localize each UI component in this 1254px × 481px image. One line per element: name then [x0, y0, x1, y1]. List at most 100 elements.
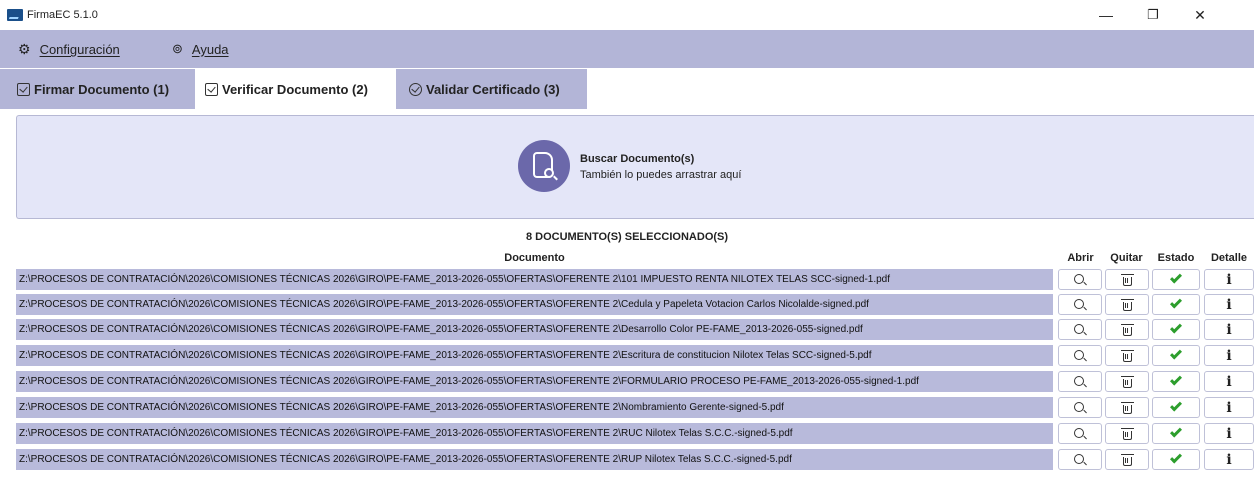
detail-button[interactable]: i — [1204, 319, 1254, 340]
window-title: FirmaEC 5.1.0 — [27, 9, 98, 21]
open-button[interactable] — [1058, 294, 1102, 315]
search-icon — [1074, 273, 1084, 284]
trash-icon — [1120, 401, 1134, 414]
detail-button[interactable]: i — [1204, 294, 1254, 315]
sign-document-icon — [17, 82, 30, 96]
app-logo-icon — [7, 9, 23, 21]
open-button[interactable] — [1058, 423, 1102, 444]
open-button[interactable] — [1058, 345, 1102, 366]
remove-button[interactable] — [1105, 423, 1149, 444]
check-icon — [1169, 425, 1183, 438]
menu-configuracion-label: Configuración — [39, 42, 120, 57]
close-button[interactable]: ✕ — [1180, 3, 1220, 27]
status-button[interactable] — [1152, 449, 1200, 470]
document-path: Z:\PROCESOS DE CONTRATACIÓN\2026\COMISIO… — [16, 449, 1053, 470]
open-button[interactable] — [1058, 449, 1102, 470]
menu-ayuda[interactable]: ⊚ Ayuda — [172, 41, 229, 57]
document-drop-zone[interactable]: Buscar Documento(s) También lo puedes ar… — [16, 115, 1254, 219]
open-button[interactable] — [1058, 319, 1102, 340]
help-icon: ⊚ — [172, 41, 183, 56]
check-icon — [1169, 399, 1183, 412]
tab-verificar-documento[interactable]: Verificar Documento (2) — [195, 69, 396, 109]
column-header-detalle: Detalle — [1210, 252, 1248, 264]
verify-document-icon — [205, 82, 218, 96]
remove-button[interactable] — [1105, 345, 1149, 366]
check-icon — [1169, 296, 1183, 309]
document-path: Z:\PROCESOS DE CONTRATACIÓN\2026\COMISIO… — [16, 397, 1053, 418]
search-icon — [1074, 349, 1084, 360]
title-bar: FirmaEC 5.1.0 — ❐ ✕ — [0, 0, 1254, 30]
table-row: Z:\PROCESOS DE CONTRATACIÓN\2026\COMISIO… — [0, 422, 1254, 445]
drop-zone-subtitle: También lo puedes arrastrar aquí — [580, 169, 742, 181]
remove-button[interactable] — [1105, 269, 1149, 290]
status-button[interactable] — [1152, 371, 1200, 392]
info-icon: i — [1226, 347, 1232, 364]
info-icon: i — [1226, 451, 1232, 468]
document-path: Z:\PROCESOS DE CONTRATACIÓN\2026\COMISIO… — [16, 294, 1053, 315]
column-header-abrir: Abrir — [1067, 252, 1094, 264]
detail-button[interactable]: i — [1204, 371, 1254, 392]
tab-validar-certificado[interactable]: Validar Certificado (3) — [396, 69, 587, 109]
table-row: Z:\PROCESOS DE CONTRATACIÓN\2026\COMISIO… — [0, 448, 1254, 471]
table-row: Z:\PROCESOS DE CONTRATACIÓN\2026\COMISIO… — [0, 344, 1254, 367]
trash-icon — [1120, 427, 1134, 440]
status-button[interactable] — [1152, 294, 1200, 315]
tab-firmar-documento[interactable]: Firmar Documento (1) — [0, 69, 195, 109]
info-icon: i — [1226, 399, 1232, 416]
restore-button[interactable]: ❐ — [1133, 3, 1173, 27]
table-row: Z:\PROCESOS DE CONTRATACIÓN\2026\COMISIO… — [0, 268, 1254, 291]
info-icon: i — [1226, 296, 1232, 313]
document-path: Z:\PROCESOS DE CONTRATACIÓN\2026\COMISIO… — [16, 319, 1053, 340]
remove-button[interactable] — [1105, 371, 1149, 392]
search-icon — [1074, 401, 1084, 412]
open-button[interactable] — [1058, 397, 1102, 418]
menu-bar: ⚙ Configuración ⊚ Ayuda — [0, 30, 1254, 68]
open-button[interactable] — [1058, 371, 1102, 392]
trash-icon — [1120, 349, 1134, 362]
status-button[interactable] — [1152, 319, 1200, 340]
menu-configuracion[interactable]: ⚙ Configuración — [18, 41, 120, 58]
document-path: Z:\PROCESOS DE CONTRATACIÓN\2026\COMISIO… — [16, 269, 1053, 290]
selected-count: 8 DOCUMENTO(S) SELECCIONADO(S) — [525, 231, 729, 243]
search-icon — [1074, 453, 1084, 464]
remove-button[interactable] — [1105, 449, 1149, 470]
status-button[interactable] — [1152, 423, 1200, 444]
trash-icon — [1120, 298, 1134, 311]
tab-firmar-label: Firmar Documento (1) — [34, 81, 170, 97]
status-button[interactable] — [1152, 397, 1200, 418]
document-path: Z:\PROCESOS DE CONTRATACIÓN\2026\COMISIO… — [16, 423, 1053, 444]
remove-button[interactable] — [1105, 397, 1149, 418]
tab-bar: Firmar Documento (1) Verificar Documento… — [0, 68, 1254, 109]
minimize-button[interactable]: — — [1086, 3, 1126, 27]
table-row: Z:\PROCESOS DE CONTRATACIÓN\2026\COMISIO… — [0, 293, 1254, 316]
menu-ayuda-label: Ayuda — [191, 41, 229, 57]
gear-icon: ⚙ — [18, 41, 31, 57]
trash-icon — [1120, 453, 1134, 466]
drop-zone-title[interactable]: Buscar Documento(s) — [580, 153, 694, 165]
remove-button[interactable] — [1105, 319, 1149, 340]
document-path: Z:\PROCESOS DE CONTRATACIÓN\2026\COMISIO… — [16, 371, 1053, 392]
check-icon — [1169, 271, 1183, 284]
tab-validar-label: Validar Certificado (3) — [426, 81, 560, 97]
detail-button[interactable]: i — [1204, 345, 1254, 366]
detail-button[interactable]: i — [1204, 397, 1254, 418]
info-icon: i — [1226, 321, 1232, 338]
detail-button[interactable]: i — [1204, 449, 1254, 470]
search-document-icon[interactable] — [518, 140, 570, 192]
check-icon — [1169, 373, 1183, 386]
search-icon — [1074, 298, 1084, 309]
open-button[interactable] — [1058, 269, 1102, 290]
document-path: Z:\PROCESOS DE CONTRATACIÓN\2026\COMISIO… — [16, 345, 1053, 366]
detail-button[interactable]: i — [1204, 423, 1254, 444]
search-icon — [1074, 375, 1084, 386]
table-row: Z:\PROCESOS DE CONTRATACIÓN\2026\COMISIO… — [0, 318, 1254, 341]
search-icon — [1074, 323, 1084, 334]
status-button[interactable] — [1152, 345, 1200, 366]
info-icon: i — [1226, 425, 1232, 442]
status-button[interactable] — [1152, 269, 1200, 290]
info-icon: i — [1226, 373, 1232, 390]
detail-button[interactable]: i — [1204, 269, 1254, 290]
search-icon — [1074, 427, 1084, 438]
tab-verificar-label: Verificar Documento (2) — [222, 81, 368, 97]
remove-button[interactable] — [1105, 294, 1149, 315]
